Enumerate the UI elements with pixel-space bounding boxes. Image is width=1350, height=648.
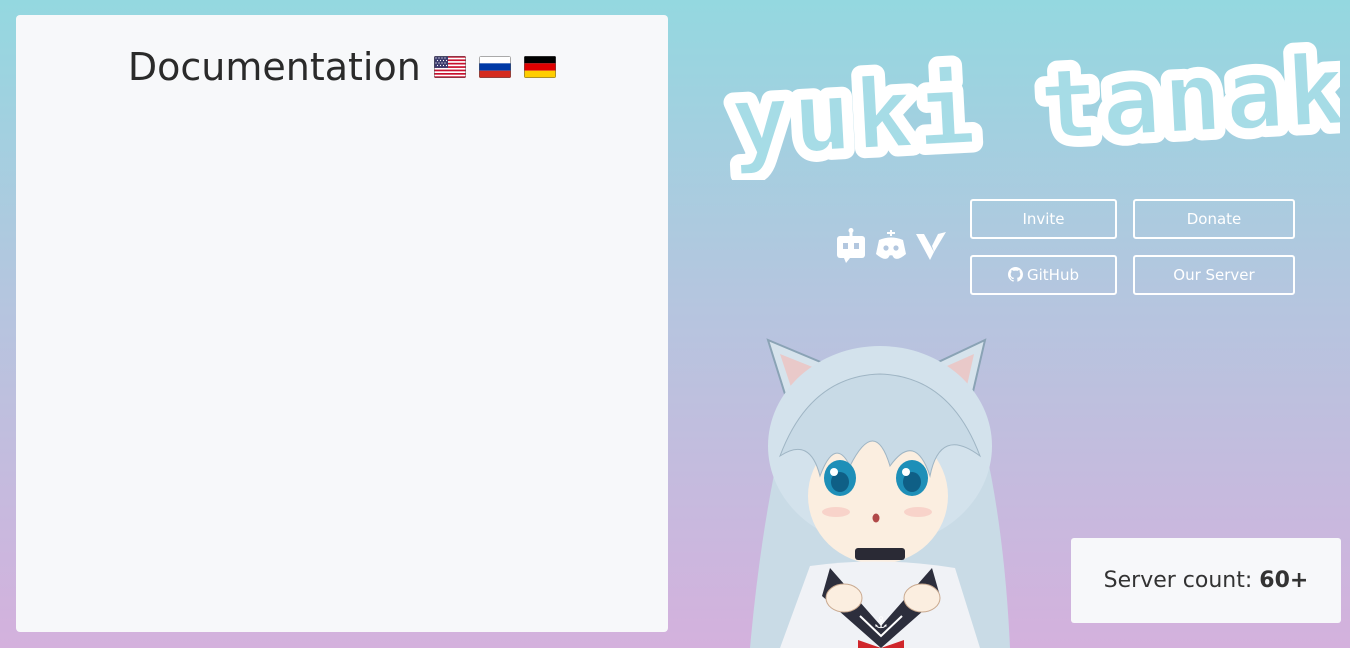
svg-text:⚓: ⚓ — [874, 613, 888, 632]
our-server-button[interactable]: Our Server — [1133, 255, 1295, 295]
yuki-tanaka-logo: yuki tanaka yuki tanaka — [720, 40, 1340, 180]
us-flag-icon[interactable] — [433, 56, 466, 78]
github-label: GitHub — [1027, 266, 1079, 284]
documentation-header: Documentation — [16, 45, 668, 89]
invite-label: Invite — [1022, 210, 1065, 228]
github-button[interactable]: GitHub — [970, 255, 1117, 295]
invite-button[interactable]: Invite — [970, 199, 1117, 239]
our-server-label: Our Server — [1173, 266, 1255, 284]
mascot-image: ⚓ — [750, 338, 1010, 648]
documentation-title: Documentation — [127, 45, 421, 89]
server-count-value: 60+ — [1259, 568, 1309, 593]
server-count-label: Server count: — [1103, 568, 1253, 593]
github-icon — [1008, 259, 1023, 295]
documentation-panel: Documentation — [16, 15, 668, 632]
vote-icon[interactable] — [914, 228, 948, 268]
server-count-box: Server count: 60+ — [1071, 538, 1341, 623]
ru-flag-icon[interactable] — [479, 56, 512, 78]
de-flag-icon[interactable] — [524, 56, 557, 78]
bot-list-icons — [834, 228, 948, 268]
discord-bots-icon[interactable] — [874, 228, 908, 268]
logo-text: yuki tanaka — [729, 40, 1340, 178]
donate-button[interactable]: Donate — [1133, 199, 1295, 239]
bot-list-icon[interactable] — [834, 228, 868, 268]
donate-label: Donate — [1186, 210, 1242, 228]
